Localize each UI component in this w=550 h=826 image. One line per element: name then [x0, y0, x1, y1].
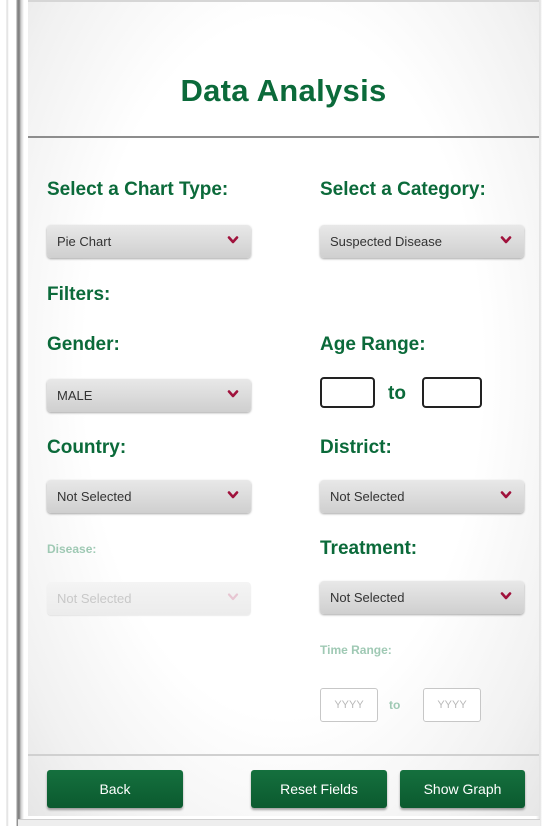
- gender-select[interactable]: MALE: [47, 379, 251, 412]
- time-range-to-label: to: [389, 698, 401, 712]
- disease-label: Disease:: [47, 542, 97, 556]
- gender-label: Gender:: [47, 334, 120, 355]
- filters-label: Filters:: [47, 284, 111, 305]
- district-value: Not Selected: [330, 489, 405, 504]
- chevron-down-icon: [227, 491, 239, 499]
- chevron-down-icon: [227, 390, 239, 398]
- disease-select: Not Selected: [47, 582, 251, 615]
- show-graph-button[interactable]: Show Graph: [400, 770, 525, 808]
- district-label: District:: [320, 437, 392, 458]
- time-from-input: YYYY: [320, 688, 378, 722]
- category-value: Suspected Disease: [330, 234, 443, 249]
- age-range-to-label: to: [388, 383, 406, 404]
- chart-type-select[interactable]: Pie Chart: [47, 225, 251, 258]
- chevron-down-icon: [500, 592, 512, 600]
- reset-fields-button[interactable]: Reset Fields: [251, 770, 387, 808]
- treatment-select[interactable]: Not Selected: [320, 581, 524, 614]
- chart-type-label: Select a Chart Type:: [47, 179, 229, 200]
- time-range-label: Time Range:: [320, 643, 392, 657]
- gender-value: MALE: [57, 388, 93, 403]
- window-left-border: [0, 0, 28, 826]
- window-bottom-border: [18, 819, 540, 826]
- treatment-value: Not Selected: [330, 590, 405, 605]
- footer-divider: [28, 754, 539, 756]
- treatment-label: Treatment:: [320, 538, 418, 559]
- back-button[interactable]: Back: [47, 770, 183, 808]
- age-range-label: Age Range:: [320, 334, 426, 355]
- chart-type-value: Pie Chart: [57, 234, 112, 249]
- age-from-input[interactable]: [320, 377, 375, 408]
- chevron-down-icon: [227, 593, 239, 601]
- disease-value: Not Selected: [57, 591, 132, 606]
- category-select[interactable]: Suspected Disease: [320, 225, 524, 258]
- chevron-down-icon: [227, 236, 239, 244]
- age-to-input[interactable]: [422, 377, 482, 408]
- page-title: Data Analysis: [180, 73, 387, 108]
- data-analysis-panel: Data Analysis Select a Chart Type: Pie C…: [28, 0, 539, 816]
- country-select[interactable]: Not Selected: [47, 480, 251, 513]
- header-divider: [28, 136, 539, 138]
- country-value: Not Selected: [57, 489, 132, 504]
- category-label: Select a Category:: [320, 179, 486, 200]
- district-select[interactable]: Not Selected: [320, 480, 524, 513]
- country-label: Country:: [47, 437, 127, 458]
- time-to-input: YYYY: [423, 688, 481, 722]
- chevron-down-icon: [500, 236, 512, 244]
- header: Data Analysis: [28, 2, 539, 138]
- chevron-down-icon: [500, 491, 512, 499]
